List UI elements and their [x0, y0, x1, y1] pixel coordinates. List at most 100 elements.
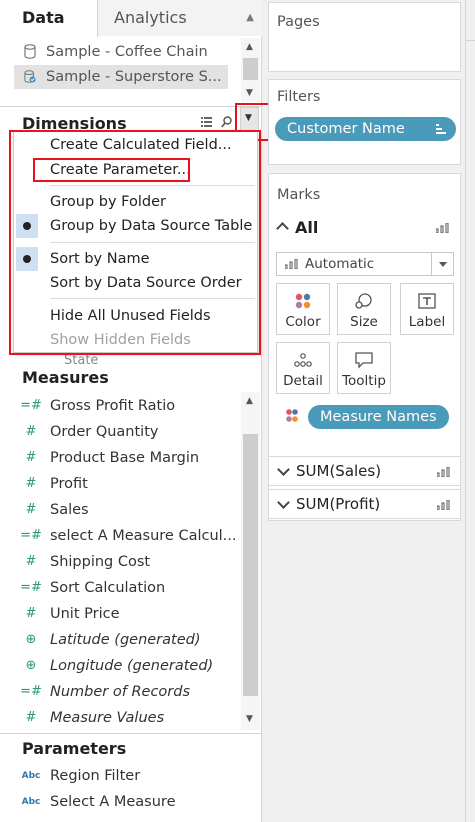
- parameter-select-a-measure[interactable]: Abc Select A Measure: [20, 790, 240, 814]
- field-label: Gross Profit Ratio: [50, 398, 176, 414]
- measure-shipping-cost[interactable]: # Shipping Cost: [20, 550, 240, 574]
- measure-gross-profit-ratio[interactable]: =# Gross Profit Ratio: [20, 394, 240, 418]
- detail-dots-icon: [294, 353, 312, 367]
- measure-profit[interactable]: # Profit: [20, 472, 240, 496]
- measure-icon: #: [25, 554, 37, 569]
- field-label: Number of Records: [50, 684, 191, 700]
- measure-sort-calculation[interactable]: =# Sort Calculation: [20, 576, 240, 600]
- field-label: Shipping Cost: [50, 554, 151, 570]
- chevron-up-icon[interactable]: [276, 222, 289, 235]
- pages-shelf[interactable]: Pages: [268, 2, 461, 72]
- field-label: Region Filter: [50, 768, 141, 784]
- calculated-measure-icon: =#: [20, 580, 42, 595]
- scroll-up-icon[interactable]: ▲: [246, 42, 253, 52]
- measure-names-pill[interactable]: Measure Names: [308, 405, 449, 429]
- marks-title: Marks: [277, 187, 321, 203]
- chevron-down-icon[interactable]: [277, 496, 290, 509]
- tab-analytics-label: Analytics: [114, 8, 187, 27]
- color-dots-icon: [286, 409, 298, 422]
- pages-title: Pages: [277, 14, 320, 30]
- scroll-down-icon[interactable]: ▼: [246, 88, 253, 98]
- field-label: Profit: [50, 476, 88, 492]
- marks-all-row[interactable]: All: [268, 214, 461, 242]
- measure-icon: #: [25, 502, 37, 517]
- field-label: Sort Calculation: [50, 580, 166, 596]
- scroll-up-icon[interactable]: ▲: [246, 396, 253, 406]
- mark-button-label: Size: [350, 314, 378, 330]
- filter-pill-customer-name[interactable]: Customer Name: [275, 117, 456, 141]
- bar-chart-icon: [285, 259, 298, 269]
- data-pane: Data Analytics ▲▼ Sample - Coffee Chain …: [0, 0, 262, 822]
- measure-latitude[interactable]: ⊕ Latitude (generated): [20, 628, 240, 652]
- measure-longitude[interactable]: ⊕ Longitude (generated): [20, 654, 240, 678]
- measure-names-label: Measure Names: [320, 409, 437, 425]
- field-label: select A Measure Calcul...: [50, 528, 237, 544]
- field-label: Order Quantity: [50, 424, 159, 440]
- measure-sales[interactable]: # Sales: [20, 498, 240, 522]
- data-source-superstore[interactable]: Sample - Superstore S...: [14, 65, 228, 89]
- tooltip-bubble-icon: [355, 352, 373, 369]
- mark-button-label: Detail: [283, 373, 323, 389]
- label-mark-button[interactable]: Label: [400, 283, 454, 335]
- field-label: Latitude (generated): [50, 632, 201, 648]
- bar-chart-icon: [436, 223, 449, 233]
- chevron-down-icon[interactable]: [277, 463, 290, 476]
- measure-measure-values[interactable]: # Measure Values: [20, 706, 240, 730]
- mark-type-dropdown[interactable]: Automatic: [276, 252, 454, 276]
- color-dots-icon: [295, 293, 311, 309]
- calculated-measure-icon: =#: [20, 398, 42, 413]
- mark-type-value: Automatic: [305, 256, 375, 272]
- field-label: Measure Values: [50, 710, 165, 726]
- search-icon[interactable]: [221, 116, 232, 128]
- detail-mark-button[interactable]: Detail: [276, 342, 330, 394]
- globe-icon: ⊕: [25, 658, 37, 673]
- size-icon: [355, 293, 372, 309]
- measure-unit-price[interactable]: # Unit Price: [20, 602, 240, 626]
- string-type-icon: Abc: [21, 771, 41, 781]
- chevron-down-icon: [439, 262, 447, 267]
- calculated-measure-icon: =#: [20, 684, 42, 699]
- dropdown-arrow[interactable]: [431, 253, 453, 275]
- tab-data[interactable]: Data: [0, 0, 98, 37]
- tooltip-mark-button[interactable]: Tooltip: [337, 342, 391, 394]
- field-label: Sales: [50, 502, 89, 518]
- sort-descending-icon: [436, 124, 446, 134]
- text-label-icon: [418, 293, 436, 309]
- data-source-coffee-chain[interactable]: Sample - Coffee Chain: [14, 40, 228, 64]
- divider: [466, 40, 475, 41]
- scroll-thumb[interactable]: [243, 434, 258, 696]
- color-mark-button[interactable]: Color: [276, 283, 330, 335]
- filter-pill-label: Customer Name: [287, 121, 405, 137]
- bar-chart-icon: [437, 500, 450, 510]
- sum-row-label: SUM(Sales): [296, 462, 382, 480]
- measure-icon: #: [25, 476, 37, 491]
- data-source-scrollbar[interactable]: ▲ ▼: [241, 38, 260, 102]
- parameters-header: Parameters: [0, 733, 262, 763]
- measures-scrollbar[interactable]: ▲ ▼: [241, 392, 260, 730]
- field-label: Longitude (generated): [50, 658, 214, 674]
- scroll-thumb[interactable]: [243, 58, 258, 80]
- tab-analytics[interactable]: Analytics ▲▼: [98, 0, 262, 59]
- marks-sum-sales-row[interactable]: SUM(Sales): [268, 456, 461, 486]
- parameter-region-filter[interactable]: Abc Region Filter: [20, 764, 240, 788]
- scroll-down-icon[interactable]: ▼: [246, 714, 253, 724]
- parameters-title: Parameters: [22, 739, 127, 758]
- string-type-icon: Abc: [21, 797, 41, 807]
- measure-order-quantity[interactable]: # Order Quantity: [20, 420, 240, 444]
- measure-product-base-margin[interactable]: # Product Base Margin: [20, 446, 240, 470]
- mark-button-label: Color: [285, 314, 321, 330]
- list-view-icon[interactable]: [201, 117, 212, 127]
- data-source-label: Sample - Coffee Chain: [46, 44, 208, 60]
- measure-number-of-records[interactable]: =# Number of Records: [20, 680, 240, 704]
- field-label: Unit Price: [50, 606, 120, 622]
- measure-select-a-measure-calc[interactable]: =# select A Measure Calcul...: [20, 524, 240, 548]
- globe-icon: ⊕: [25, 632, 37, 647]
- size-mark-button[interactable]: Size: [337, 283, 391, 335]
- pane-tabs: Data Analytics ▲▼: [0, 0, 262, 59]
- filters-title: Filters: [277, 89, 321, 105]
- marks-sum-profit-row[interactable]: SUM(Profit): [268, 489, 461, 519]
- database-active-icon: [24, 70, 36, 83]
- database-icon: [24, 44, 36, 59]
- sum-row-label: SUM(Profit): [296, 495, 381, 513]
- field-label: Product Base Margin: [50, 450, 200, 466]
